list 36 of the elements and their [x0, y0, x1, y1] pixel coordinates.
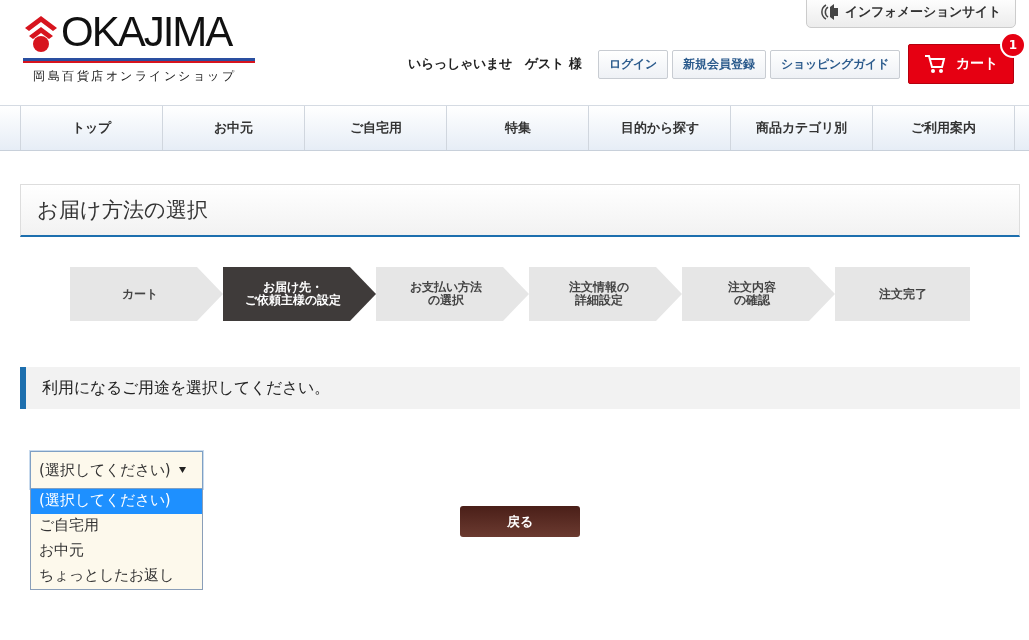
step-label: カート [121, 287, 158, 301]
step-label: 注文情報の [568, 281, 629, 294]
header-button[interactable]: 新規会員登録 [672, 49, 766, 79]
page-title: お届け方法の選択 [20, 184, 1020, 237]
section-heading: 利用になるご用途を選択してください。 [20, 367, 1020, 409]
step-label: ご依頼主様の設定 [244, 294, 341, 307]
step-label: の選択 [427, 294, 464, 307]
information-site-link[interactable]: インフォメーションサイト [806, 0, 1016, 28]
usage-select[interactable]: (選択してください) [30, 451, 203, 489]
dropdown-option[interactable]: お中元 [31, 539, 202, 564]
logo-mark-icon [23, 14, 59, 52]
dropdown-option[interactable]: ご自宅用 [31, 514, 202, 539]
logo-wordmark: OKAJIMA [61, 12, 232, 52]
nav-item[interactable]: ご利用案内 [872, 106, 1015, 150]
nav-item[interactable]: 特集 [446, 106, 588, 150]
nav-item[interactable]: 商品カテゴリ別 [730, 106, 872, 150]
step-label: お支払い方法 [409, 281, 482, 294]
back-button[interactable]: 戻る [460, 506, 580, 537]
step-label: 詳細設定 [574, 294, 623, 307]
header-button[interactable]: ログイン [598, 49, 668, 79]
step-label: の確認 [733, 294, 770, 307]
greeting-text: いらっしゃいませ ゲスト 様 [408, 55, 582, 73]
step-label: 注文完了 [878, 287, 927, 301]
cart-count-badge: 1 [1000, 32, 1026, 58]
cart-icon [924, 54, 946, 74]
step-label: お届け先・ [262, 281, 323, 294]
step-label: 注文内容 [727, 281, 776, 294]
dropdown-caret-icon [178, 467, 186, 473]
logo-subtitle: 岡島百貨店オンラインショップ [32, 68, 237, 85]
dropdown-option[interactable]: ちょっとしたお返し [31, 564, 202, 589]
nav-item[interactable]: 目的から探す [588, 106, 730, 150]
nav-item[interactable]: ご自宅用 [304, 106, 446, 150]
speaker-icon [821, 4, 839, 20]
nav-item[interactable]: トップ [20, 106, 162, 150]
header-button[interactable]: ショッピングガイド [770, 49, 900, 79]
nav-item[interactable]: お中元 [162, 106, 304, 150]
